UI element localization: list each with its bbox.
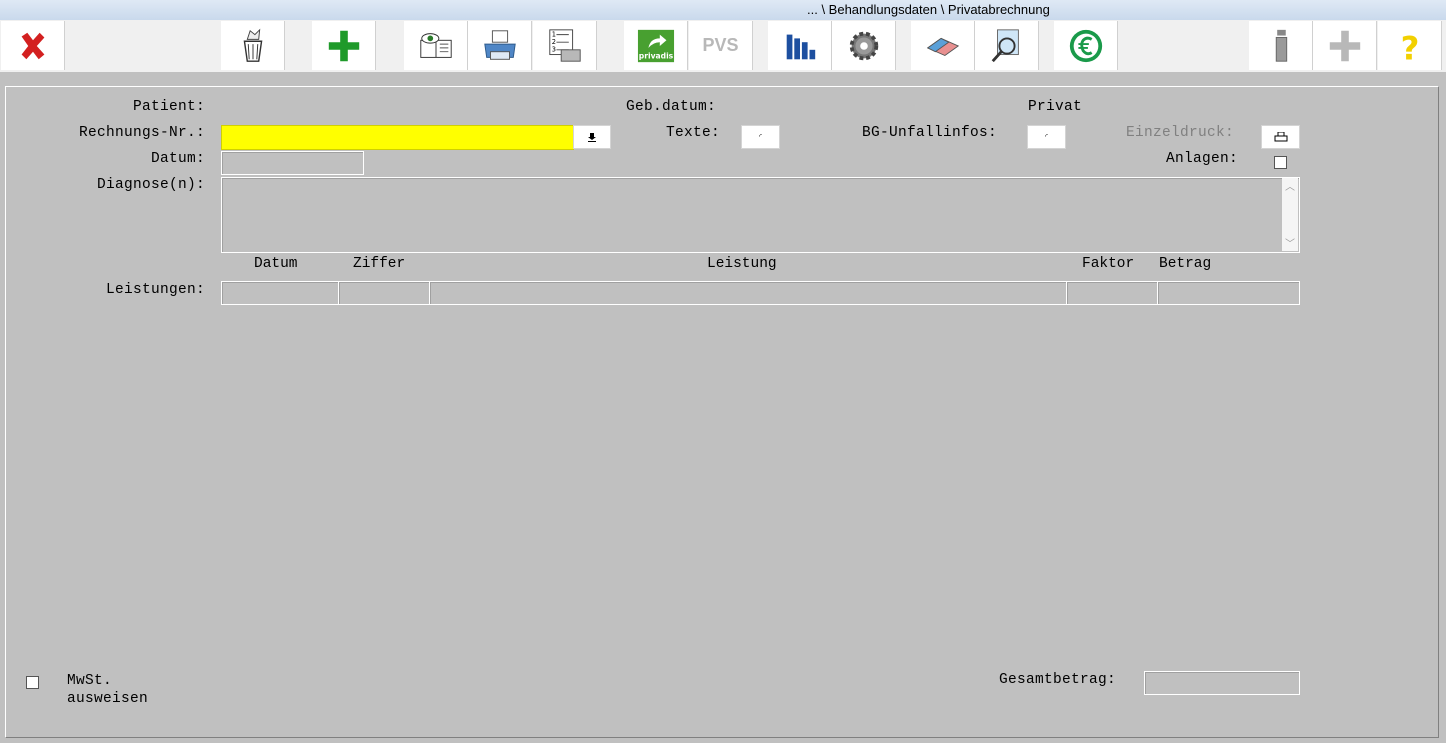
diagnose-textarea[interactable] bbox=[221, 177, 1300, 253]
statistics-button[interactable] bbox=[768, 21, 832, 70]
scroll-down-icon[interactable]: ﹀ bbox=[1282, 235, 1298, 251]
gesamtbetrag-output bbox=[1144, 671, 1300, 695]
leistungen-label: Leistungen: bbox=[105, 282, 205, 298]
svg-text:3: 3 bbox=[551, 45, 555, 53]
close-button[interactable] bbox=[1, 21, 65, 70]
diagnose-scrollbar[interactable]: ︿ ﹀ bbox=[1282, 178, 1298, 251]
texte-button[interactable]: ◜ bbox=[741, 125, 780, 149]
rechnungs-nr-dropdown-button[interactable] bbox=[573, 125, 611, 149]
diagnose-label: Diagnose(n): bbox=[96, 177, 205, 193]
magnifier-document-icon bbox=[991, 28, 1019, 62]
euro-icon bbox=[1069, 29, 1102, 62]
column-ziffer: Ziffer bbox=[353, 256, 406, 272]
window-title: ... \ Behandlungsdaten \ Privatabrechnun… bbox=[807, 2, 1050, 17]
eraser-button[interactable] bbox=[911, 21, 975, 70]
delete-button[interactable] bbox=[221, 21, 285, 70]
info-button[interactable] bbox=[1249, 21, 1313, 70]
trash-icon bbox=[243, 28, 262, 62]
green-plus-icon bbox=[328, 30, 359, 61]
print-button[interactable] bbox=[468, 21, 532, 70]
scroll-up-icon[interactable]: ︿ bbox=[1282, 178, 1298, 194]
add-disabled-button[interactable] bbox=[1313, 21, 1377, 70]
column-betrag: Betrag bbox=[1159, 256, 1212, 272]
euro-button[interactable] bbox=[1054, 21, 1118, 70]
rechnungs-nr-label: Rechnungs-Nr.: bbox=[78, 125, 205, 141]
download-arrow-icon bbox=[588, 133, 596, 142]
leistung-faktor-input[interactable] bbox=[1066, 281, 1158, 305]
mwst-label: MwSt. ausweisen bbox=[67, 673, 149, 707]
gesamtbetrag-label: Gesamtbetrag: bbox=[999, 672, 1117, 688]
bg-unfallinfos-label: BG-Unfallinfos: bbox=[862, 125, 998, 141]
einzeldruck-label: Einzeldruck: bbox=[1126, 125, 1235, 141]
print-list-button[interactable]: 123 bbox=[533, 21, 597, 70]
gray-plus-icon bbox=[1329, 30, 1360, 61]
texte-label: Texte: bbox=[666, 125, 721, 141]
small-printer-icon bbox=[1274, 132, 1287, 142]
bg-unfallinfos-button[interactable]: ◜ bbox=[1027, 125, 1066, 149]
eye-document-icon bbox=[419, 32, 452, 58]
leistung-datum-input[interactable] bbox=[221, 281, 339, 305]
gebdatum-label: Geb.datum: bbox=[626, 99, 717, 115]
eraser-icon bbox=[926, 37, 959, 56]
add-button[interactable] bbox=[312, 21, 376, 70]
privat-label: Privat bbox=[1028, 99, 1083, 115]
gear-icon bbox=[849, 31, 878, 60]
radio-mark-icon: ◜ bbox=[757, 132, 764, 142]
radio-mark-icon: ◜ bbox=[1043, 132, 1050, 142]
leistung-ziffer-input[interactable] bbox=[338, 281, 430, 305]
anlagen-label: Anlagen: bbox=[1166, 151, 1239, 167]
column-datum: Datum bbox=[254, 256, 298, 272]
datum-input[interactable] bbox=[221, 151, 364, 175]
anlagen-checkbox[interactable] bbox=[1274, 156, 1287, 169]
printer-icon bbox=[483, 29, 516, 60]
datum-label: Datum: bbox=[150, 151, 205, 167]
leistung-text-input[interactable] bbox=[429, 281, 1067, 305]
privadis-logo: privadis bbox=[637, 29, 674, 62]
search-button[interactable] bbox=[975, 21, 1039, 70]
pvs-logo: PVS bbox=[702, 35, 739, 55]
bar-chart-icon bbox=[786, 34, 815, 59]
title-bar bbox=[0, 0, 1446, 20]
einzeldruck-print-button[interactable] bbox=[1261, 125, 1300, 149]
privadis-button[interactable]: privadis bbox=[624, 21, 688, 70]
info-icon bbox=[1275, 29, 1287, 62]
preview-button[interactable] bbox=[404, 21, 468, 70]
column-leistung: Leistung bbox=[707, 256, 777, 272]
question-icon: ? bbox=[1400, 29, 1419, 65]
rechnungs-nr-input[interactable] bbox=[221, 125, 574, 150]
mwst-checkbox[interactable] bbox=[26, 676, 39, 689]
svg-text:?: ? bbox=[1400, 29, 1419, 65]
help-button[interactable]: ? bbox=[1378, 21, 1442, 70]
column-faktor: Faktor bbox=[1082, 256, 1135, 272]
red-x-icon bbox=[21, 32, 44, 59]
leistung-betrag-input[interactable] bbox=[1157, 281, 1300, 305]
svg-text:privadis: privadis bbox=[638, 51, 673, 60]
settings-button[interactable] bbox=[832, 21, 896, 70]
patient-label: Patient: bbox=[132, 99, 205, 115]
pvs-button[interactable]: PVS bbox=[689, 21, 753, 70]
numbered-list-printer-icon: 123 bbox=[548, 28, 581, 62]
